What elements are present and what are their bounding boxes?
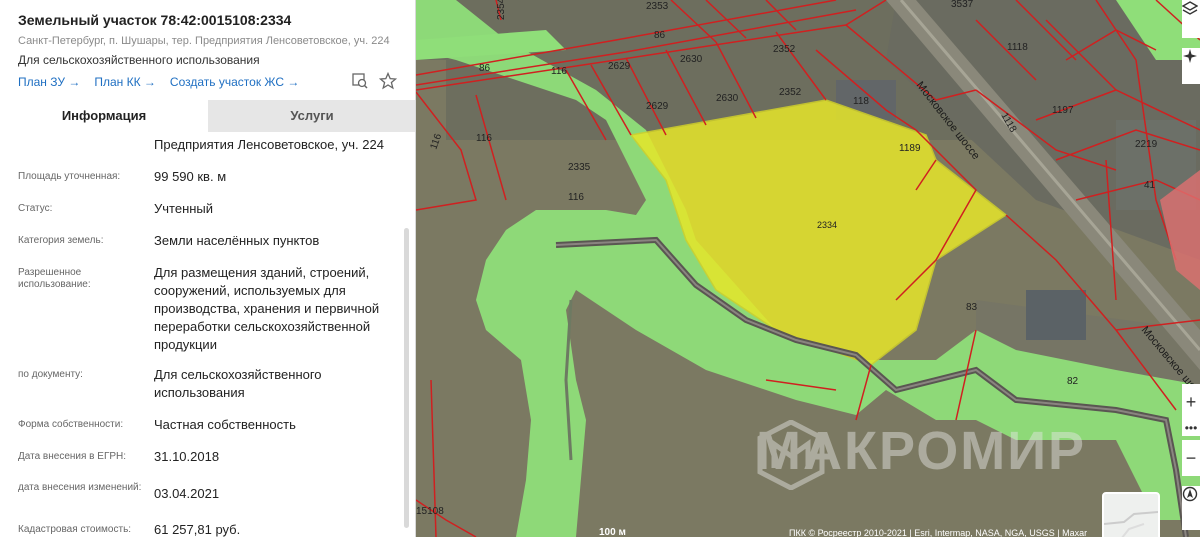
parcel-label: 116: [551, 66, 567, 77]
parcel-label: 82: [1067, 376, 1079, 387]
parcel-address: Санкт-Петербург, п. Шушары, тер. Предпри…: [18, 35, 390, 47]
tab-info[interactable]: Информация: [0, 100, 208, 132]
plan-kk-link[interactable]: План КК →: [94, 75, 156, 89]
layers-icon[interactable]: [1182, 0, 1200, 38]
parcel-label: 41: [1144, 180, 1156, 191]
parcel-label: 2629: [608, 61, 631, 72]
panel-tabs: Информация Услуги: [0, 100, 415, 132]
action-links: План ЗУ → План КК → Создать участок ЖС →: [18, 75, 299, 89]
row-label: по документу:: [18, 369, 83, 380]
parcel-label: 3537: [951, 0, 974, 10]
parcel-label: 2354: [496, 0, 507, 20]
row-label: Кадастровая стоимость:: [18, 524, 132, 535]
parcel-label: 86: [654, 30, 666, 41]
parcel-label: 2335: [568, 162, 591, 173]
parcel-label: 1197: [1052, 105, 1074, 116]
row-label: Разрешенное использование:: [18, 267, 91, 290]
minimap[interactable]: [1102, 492, 1160, 537]
row-value: Предприятия Ленсоветовское, уч. 224: [154, 137, 384, 152]
row-value: Учтенный: [154, 201, 214, 216]
row-label: Статус:: [18, 203, 53, 214]
row-value: 31.10.2018: [154, 449, 220, 464]
parcel-label: 118: [853, 96, 869, 107]
parcel-label: 2352: [779, 87, 802, 98]
parcel-label: 15108: [416, 506, 444, 517]
more-icon[interactable]: •••: [1182, 420, 1200, 436]
row-value: 99 590 кв. м: [154, 169, 227, 184]
map-attribution: ПКК © Росреестр 2010-2021 | Esri, Interm…: [789, 528, 1088, 537]
parcel-label: 83: [966, 302, 978, 313]
row-value: Для размещения зданий, строений, сооруже…: [154, 265, 380, 352]
row-label: Форма собственности:: [18, 419, 124, 430]
scale-bar: 100 м: [599, 527, 626, 537]
row-value: 61 257,81 руб.: [154, 522, 241, 537]
compass-icon[interactable]: [1182, 48, 1200, 84]
create-parcel-link[interactable]: Создать участок ЖС →: [170, 75, 299, 89]
plan-zu-link[interactable]: План ЗУ →: [18, 75, 80, 89]
row-label: Категория земель:: [18, 235, 104, 246]
parcel-label: 116: [476, 133, 492, 144]
parcel-label: 86: [479, 63, 491, 74]
panel-icons: [351, 71, 398, 90]
row-label: дата внесения изменений:: [18, 482, 142, 493]
row-label: Дата внесения в ЕГРН:: [18, 451, 127, 462]
row-value: Для сельскохозяйственного использования: [154, 367, 322, 400]
panel-scrollbar[interactable]: [404, 228, 409, 528]
search-plan-icon[interactable]: [351, 72, 369, 90]
row-value: 03.04.2021: [154, 486, 220, 501]
star-icon[interactable]: [378, 71, 398, 90]
parcel-label: 2352: [773, 44, 796, 55]
watermark: МАКРОМИР: [756, 420, 1086, 490]
parcel-label: 2630: [716, 93, 739, 104]
zoom-in-icon[interactable]: +: [1182, 384, 1200, 420]
parcel-label: 116: [568, 192, 584, 203]
info-panel: Земельный участок 78:42:0015108:2334 Сан…: [0, 0, 416, 537]
parcel-label: 2334: [817, 220, 837, 230]
parcel-title: Земельный участок 78:42:0015108:2334: [18, 12, 292, 28]
parcel-label: 2219: [1135, 139, 1158, 150]
zoom-out-icon[interactable]: −: [1182, 440, 1200, 476]
parcel-label: 2630: [680, 54, 703, 65]
location-icon[interactable]: [1182, 486, 1200, 530]
parcel-label: 1189: [899, 143, 921, 154]
tab-services[interactable]: Услуги: [208, 100, 415, 132]
parcel-label: 1118: [1007, 42, 1028, 53]
row-value: Частная собственность: [154, 417, 296, 432]
parcel-label: 2629: [646, 101, 669, 112]
map-view[interactable]: 2354 2353 86 3537 2352 1118 86 116 2629 …: [416, 0, 1200, 537]
row-value: Земли населённых пунктов: [154, 233, 320, 248]
watermark-logo-icon: [757, 420, 825, 490]
parcel-label: 2353: [646, 1, 669, 12]
parcel-use: Для сельскохозяйственного использования: [18, 53, 260, 67]
row-label: Площадь уточненная:: [18, 171, 121, 182]
